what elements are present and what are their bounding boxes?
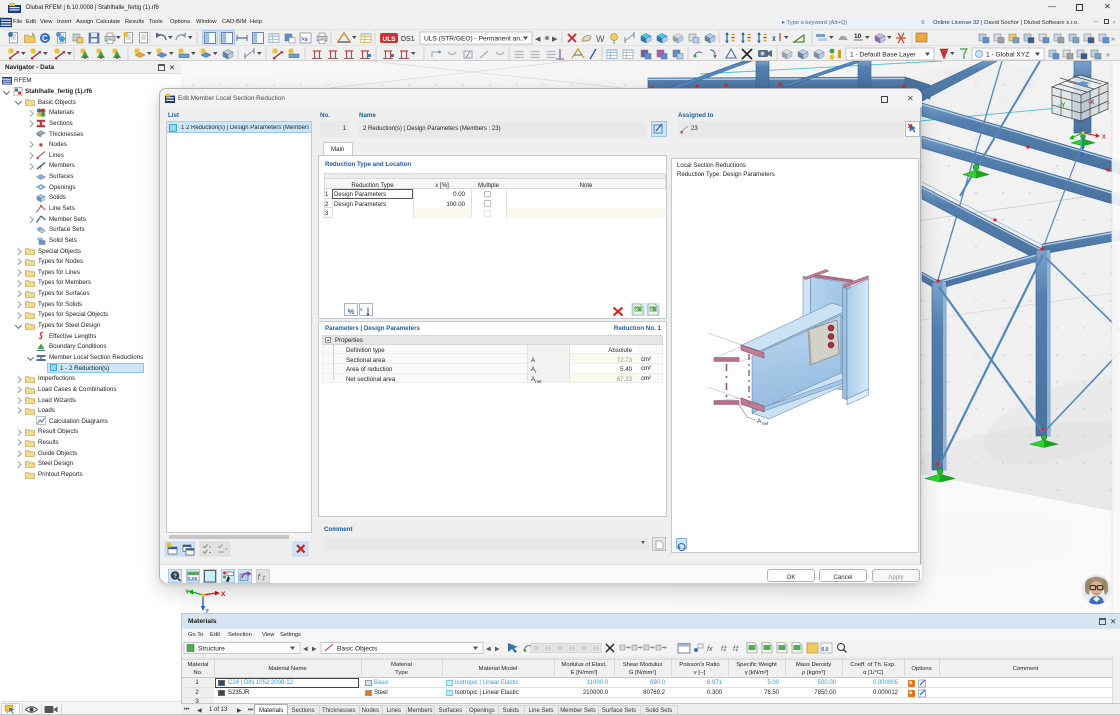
svg-text:10: 10 (854, 33, 862, 40)
svg-text:-Y: -Y (1059, 102, 1066, 109)
svg-text:1 - Default Base Layer: 1 - Default Base Layer (850, 52, 916, 59)
svg-text:»: » (1106, 52, 1110, 59)
svg-text:▶: ▶ (312, 647, 317, 653)
svg-text:ULS: ULS (383, 36, 397, 43)
svg-text:X: X (635, 307, 638, 312)
svg-text:≡: ≡ (360, 307, 363, 313)
svg-text:x̄: x̄ (772, 35, 776, 43)
svg-text:X: X (650, 307, 653, 312)
svg-text:1 - Global XYZ: 1 - Global XYZ (986, 52, 1029, 59)
svg-text:◀: ◀ (535, 36, 541, 43)
svg-text:Structure: Structure (198, 646, 225, 653)
svg-text:C: C (42, 34, 48, 43)
svg-text:DS1: DS1 (401, 36, 415, 43)
svg-text:f‡: f‡ (733, 646, 739, 653)
svg-text:0.00: 0.00 (188, 576, 198, 582)
svg-text:-X: -X (1088, 99, 1095, 106)
svg-text:f: f (257, 572, 261, 582)
svg-text:»: » (1111, 36, 1115, 43)
svg-text:▶: ▶ (552, 36, 558, 43)
svg-text:f‡: f‡ (721, 646, 727, 653)
svg-text:>s: >s (301, 37, 309, 43)
svg-text:0.0: 0.0 (822, 647, 829, 653)
svg-text:▶: ▶ (495, 647, 500, 653)
svg-text:ULS (STR/GEO) - Permanent an..: ULS (STR/GEO) - Permanent an.. (424, 36, 524, 43)
svg-text:fx: fx (707, 646, 713, 653)
svg-text:?: ? (173, 574, 177, 580)
svg-text:I: I (40, 166, 41, 171)
svg-text:◀: ◀ (486, 647, 491, 653)
svg-text:Basic Objects: Basic Objects (337, 646, 378, 653)
svg-text:W: W (596, 34, 605, 44)
svg-text:net: net (762, 421, 769, 426)
svg-text:‡: ‡ (262, 576, 266, 582)
svg-text:◀: ◀ (303, 647, 308, 653)
svg-text:X: X (1102, 135, 1106, 141)
svg-text:X: X (221, 591, 225, 598)
svg-text:Y: Y (185, 589, 190, 596)
